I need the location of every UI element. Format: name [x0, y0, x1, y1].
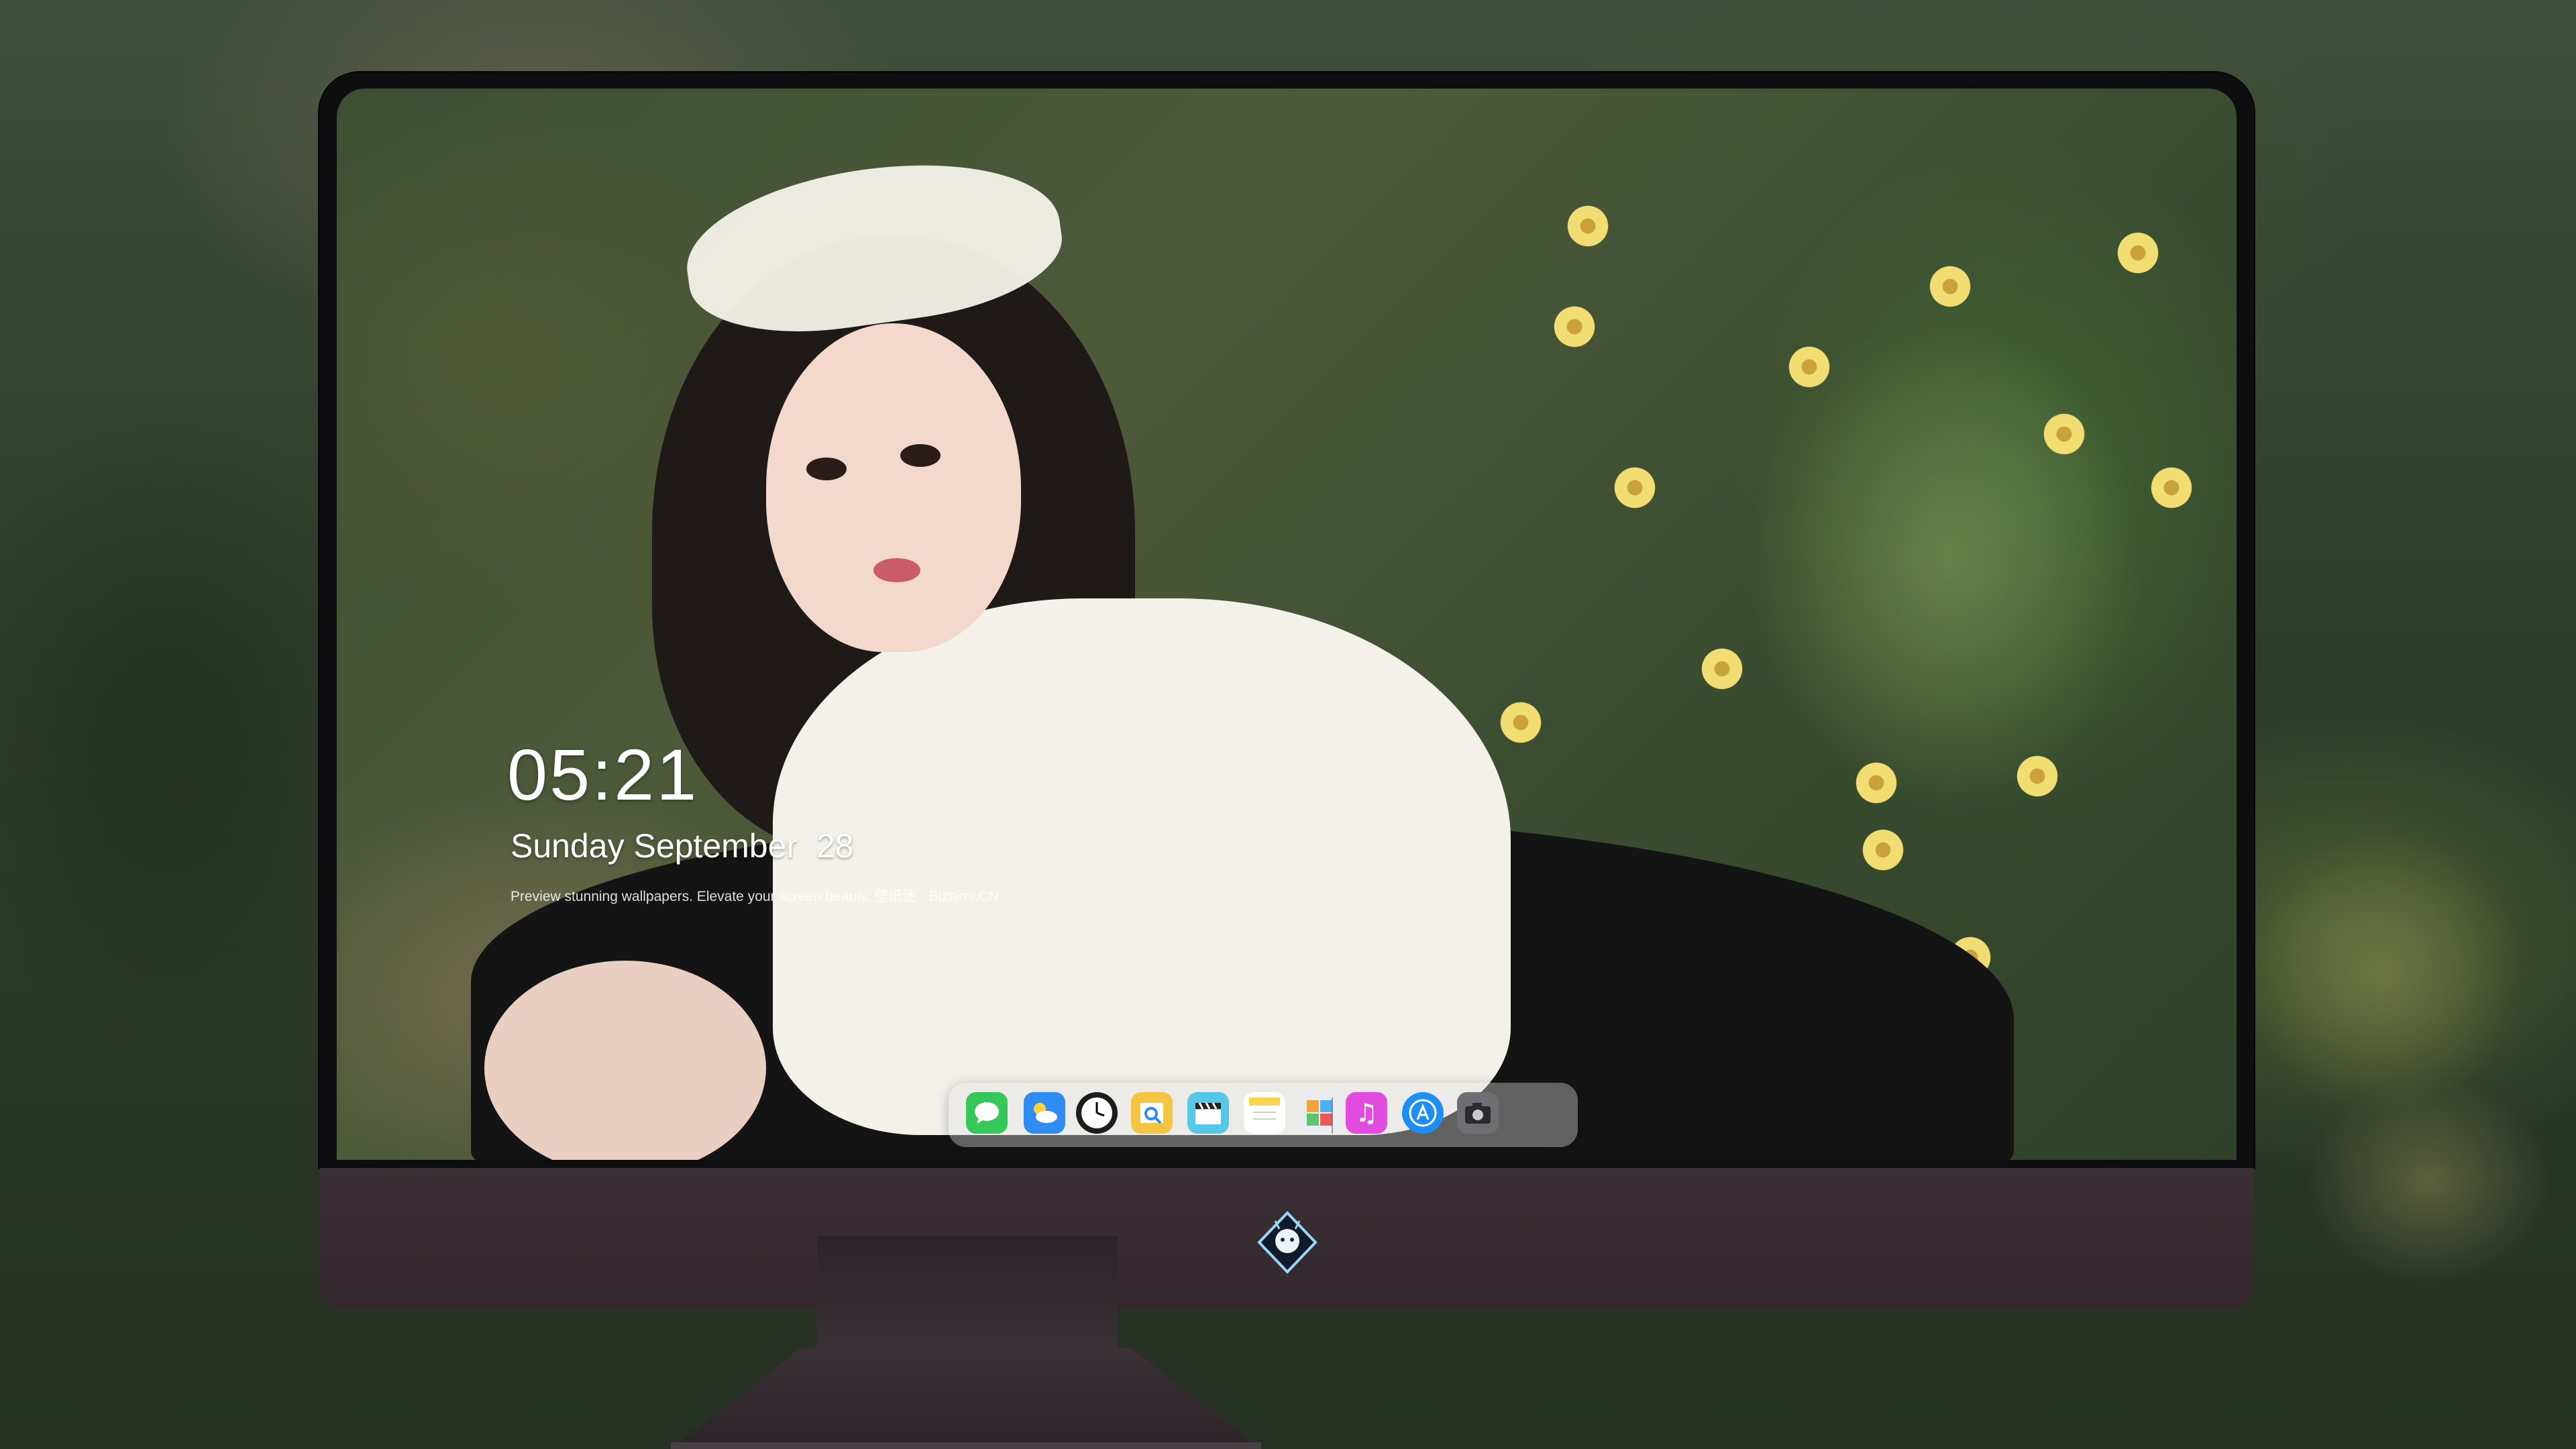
- lock-screen-time: 05:21: [507, 734, 699, 815]
- figure-face: [766, 323, 1021, 652]
- monitor-stand-edge: [671, 1442, 1261, 1449]
- lock-screen-date: Sunday September 28: [511, 827, 854, 865]
- flower: [1551, 303, 1598, 350]
- figure-eye: [900, 444, 941, 467]
- flower: [1927, 263, 1974, 310]
- app-store-icon[interactable]: [1402, 1092, 1444, 1134]
- lock-screen[interactable]: 05:21 Sunday September 28 Preview stunni…: [337, 89, 2237, 1160]
- flower: [2014, 753, 2061, 800]
- flower: [1786, 343, 1833, 390]
- flower: [1853, 759, 1900, 806]
- flower: [1860, 826, 1907, 873]
- flower: [1564, 203, 1611, 250]
- figure-eye: [806, 458, 847, 480]
- preview-icon[interactable]: [1131, 1092, 1173, 1134]
- monitor: 05:21 Sunday September 28 Preview stunni…: [319, 72, 2254, 1309]
- monitor-stand-neck: [817, 1236, 1118, 1350]
- weather-icon[interactable]: [1024, 1092, 1065, 1134]
- clock-icon[interactable]: [1076, 1092, 1118, 1134]
- clapperboard-icon[interactable]: [1187, 1092, 1229, 1134]
- brand-logo: [1257, 1211, 1318, 1274]
- photo-gallery-icon[interactable]: [1299, 1092, 1340, 1134]
- figure-lips: [873, 558, 920, 582]
- flower: [2114, 229, 2161, 276]
- figure-blouse: [773, 598, 1511, 1135]
- dock: ♫: [949, 1083, 1578, 1147]
- notes-icon[interactable]: [1244, 1092, 1285, 1134]
- camera-icon[interactable]: [1457, 1092, 1499, 1134]
- flower: [1699, 645, 1746, 692]
- monitor-bezel: 05:21 Sunday September 28 Preview stunni…: [319, 72, 2254, 1168]
- flower: [2148, 464, 2195, 511]
- flower: [1497, 699, 1544, 746]
- flower: [1611, 464, 1658, 511]
- itunes-icon[interactable]: ♫: [1346, 1092, 1387, 1134]
- flower: [2041, 411, 2088, 458]
- dock-separator: [1332, 1097, 1333, 1134]
- wallpaper-credit: Preview stunning wallpapers. Elevate you…: [511, 889, 999, 904]
- messages-icon[interactable]: [966, 1092, 1008, 1134]
